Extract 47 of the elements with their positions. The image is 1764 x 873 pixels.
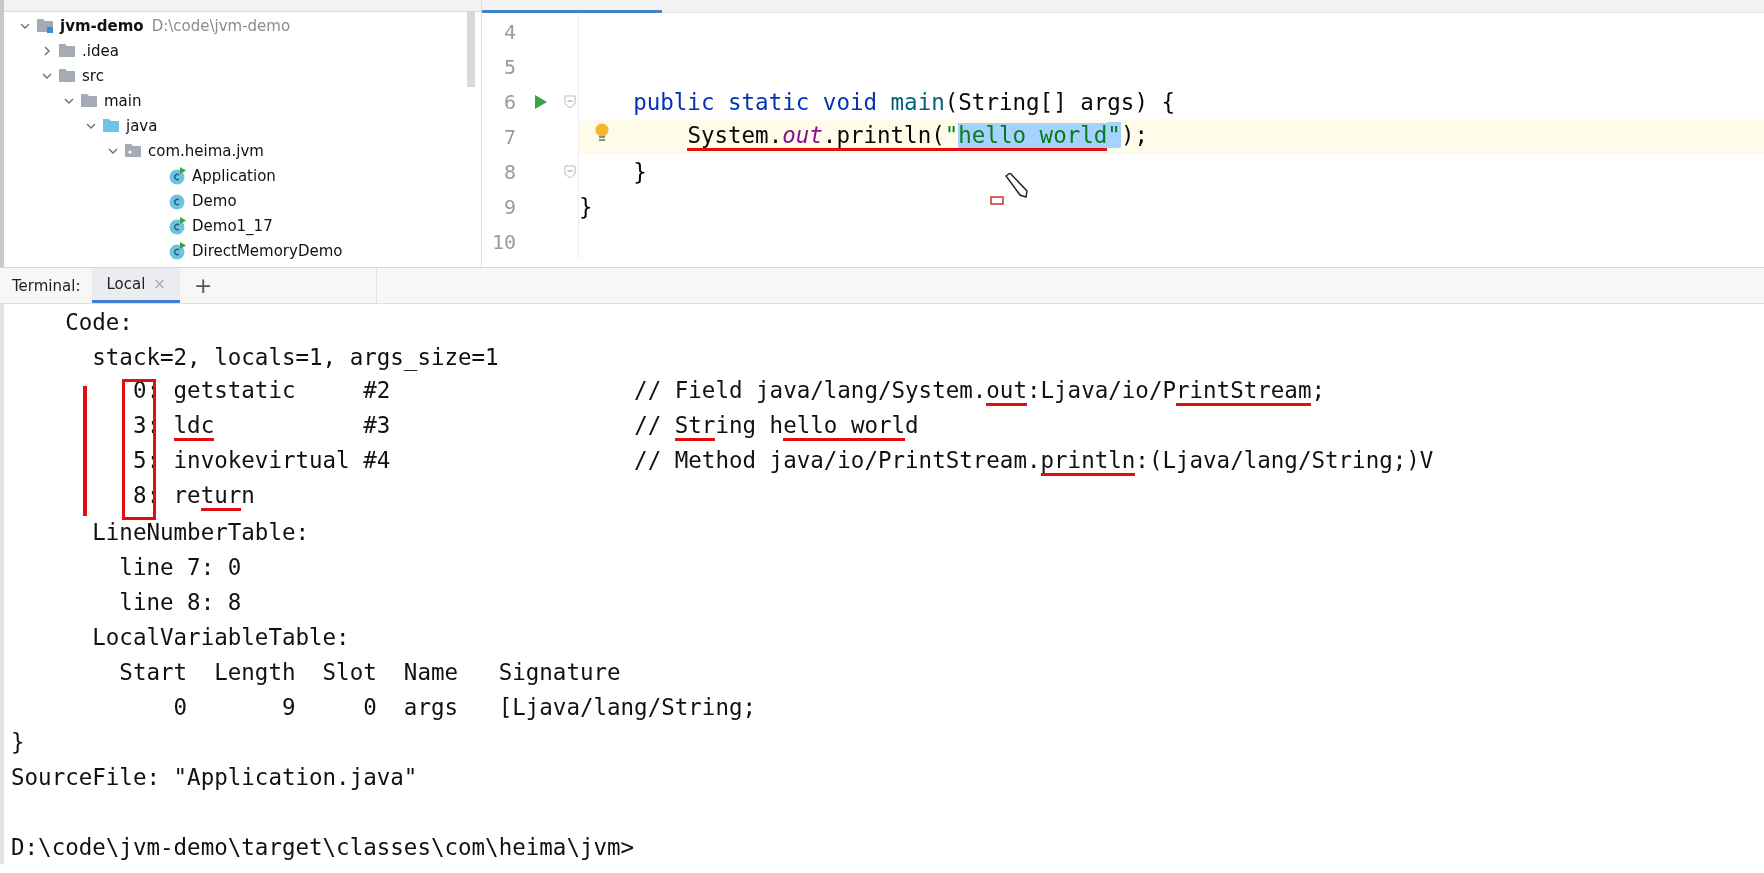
output-line: 0 9 0 args [Ljava/lang/String;: [172, 693, 757, 720]
tree-item[interactable]: Application: [192, 166, 276, 185]
line-number: 6: [502, 89, 516, 114]
run-icon[interactable]: [534, 93, 548, 110]
output-line: Code:: [64, 308, 133, 335]
folder-icon: [58, 68, 76, 83]
pencil-cursor-icon: [990, 173, 1028, 205]
output-line: LineNumberTable:: [91, 518, 309, 545]
output-line: }: [11, 728, 25, 755]
code-line: }: [579, 193, 593, 220]
code-line: public static void main(String[] args) {: [632, 88, 1176, 115]
module-path: D:\code\jvm-demo: [151, 16, 291, 35]
folder-icon: [102, 118, 120, 133]
fold-marker-icon[interactable]: [564, 164, 576, 179]
tree-item[interactable]: src: [82, 66, 104, 85]
output-line: SourceFile: "Application.java": [11, 763, 418, 790]
line-number: 10: [490, 229, 516, 254]
output-line: line 8: 8: [118, 588, 242, 615]
fold-marker-icon[interactable]: [564, 94, 576, 109]
tree-item[interactable]: DirectMemoryDemo: [192, 241, 343, 260]
tree-item[interactable]: jvm-demo: [60, 16, 144, 35]
line-number: 7: [502, 124, 516, 149]
folder-icon: [124, 143, 142, 158]
folder-icon: [36, 18, 54, 33]
code-line: }: [632, 158, 647, 185]
output-line: LocalVariableTable:: [91, 623, 350, 650]
scrollbar[interactable]: [467, 12, 475, 87]
terminal-tab[interactable]: Local ×: [92, 268, 180, 303]
shell-prompt: D:\code\jvm-demo\target\classes\com\heima\jvm>: [11, 833, 635, 860]
line-number: 5: [502, 54, 516, 79]
line-number: 9: [502, 194, 516, 219]
line-number: 4: [502, 19, 516, 44]
output-line: Start Length Slot Name Signature: [118, 658, 621, 685]
tree-item[interactable]: com.heima.jvm: [148, 141, 264, 160]
code-line: System.out.println("hello world");: [579, 121, 1148, 152]
tree-item[interactable]: main: [104, 91, 142, 110]
folder-icon: [80, 93, 98, 108]
tree-item[interactable]: .idea: [82, 41, 119, 60]
output-line: line 7: 0: [118, 553, 242, 580]
folder-icon: [58, 43, 76, 58]
output-line: stack=2, locals=1, args_size=1: [91, 343, 499, 370]
tree-item[interactable]: Demo1_17: [192, 216, 273, 235]
tree-item[interactable]: java: [126, 116, 158, 135]
terminal-label: Terminal:: [11, 276, 82, 295]
add-tab-button[interactable]: +: [179, 268, 227, 303]
line-number: 8: [502, 159, 516, 184]
tree-item[interactable]: Demo: [192, 191, 237, 210]
